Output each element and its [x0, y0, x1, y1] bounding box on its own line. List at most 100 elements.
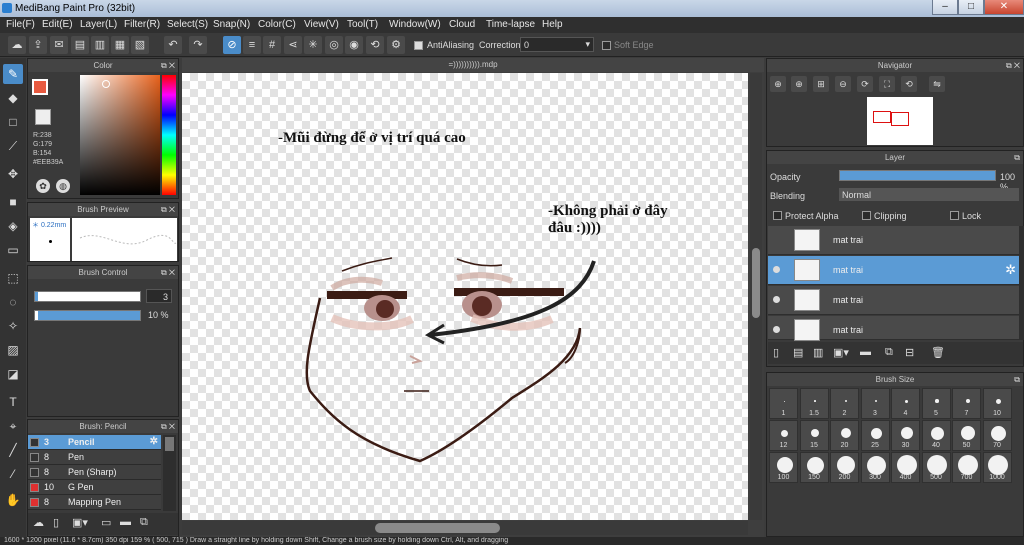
- duplicate-icon[interactable]: ⧉: [140, 516, 148, 529]
- panel-controls-icon[interactable]: ⧉ ✕: [161, 59, 175, 72]
- menu-timelapse[interactable]: Time-lapse: [486, 19, 535, 30]
- snap-ellipse-icon[interactable]: ◉: [345, 36, 363, 54]
- rotate-icon[interactable]: ⟳: [857, 76, 873, 92]
- new-brush-icon[interactable]: ▯: [53, 516, 59, 529]
- correction-select[interactable]: 0 ▾: [520, 37, 594, 52]
- brush-size-option[interactable]: 1000: [982, 452, 1012, 483]
- menu-window[interactable]: Window(W): [389, 19, 441, 30]
- dot-tool-icon[interactable]: □: [3, 112, 23, 132]
- brush-size-option[interactable]: 5: [921, 388, 951, 419]
- new-8bit-layer-icon[interactable]: ▥: [813, 346, 823, 359]
- layer-scrollbar[interactable]: [1019, 226, 1024, 340]
- duplicate-layer-icon[interactable]: ⧉: [885, 346, 893, 359]
- move-tool-icon[interactable]: ✥: [3, 164, 23, 184]
- brush-size-option[interactable]: 30: [891, 420, 920, 451]
- brush-item-pencil[interactable]: 3 Pencil ✲: [28, 435, 161, 450]
- undo-icon[interactable]: ↶: [164, 36, 182, 54]
- blending-select[interactable]: Normal: [839, 188, 1019, 201]
- eraser-tool-icon[interactable]: ◆: [3, 88, 23, 108]
- brush-settings-icon[interactable]: ✲: [150, 436, 158, 447]
- panel-controls-icon[interactable]: ⧉ ✕: [1006, 59, 1020, 72]
- brush-size-option[interactable]: 50: [952, 420, 981, 451]
- snap-circle-icon[interactable]: ◎: [325, 36, 343, 54]
- new-layer-icon[interactable]: ▯: [773, 346, 779, 359]
- select-tool-icon[interactable]: ⬚: [3, 268, 23, 288]
- fill-rect-tool-icon[interactable]: ■: [3, 192, 23, 212]
- canvas-vertical-scrollbar[interactable]: [750, 73, 762, 520]
- page-icon[interactable]: ▥: [91, 36, 109, 54]
- brush-size-value[interactable]: 3: [146, 289, 172, 303]
- antialiasing-checkbox[interactable]: [414, 41, 423, 52]
- brush-size-option[interactable]: 150: [799, 452, 829, 483]
- brush-item-pen[interactable]: 8 Pen: [28, 450, 161, 465]
- layer-folder-icon[interactable]: ▬: [860, 346, 871, 358]
- folder-icon[interactable]: ▬: [120, 516, 131, 528]
- fit-screen-icon[interactable]: ⛶: [879, 76, 895, 92]
- menu-select[interactable]: Select(S): [167, 19, 208, 30]
- brush-size-option[interactable]: 1: [769, 388, 798, 419]
- lock-checkbox[interactable]: [950, 211, 959, 222]
- brush-menu-icon[interactable]: ▭: [101, 516, 111, 529]
- maximize-button[interactable]: □: [958, 0, 984, 15]
- share-icon[interactable]: ▤: [71, 36, 89, 54]
- brush-size-option[interactable]: 700: [952, 452, 981, 483]
- menu-view[interactable]: View(V): [304, 19, 339, 30]
- layer-row[interactable]: mat trai: [768, 226, 1019, 255]
- picker-cursor[interactable]: [102, 80, 110, 88]
- minimize-button[interactable]: –: [932, 0, 958, 15]
- softedge-checkbox[interactable]: [602, 41, 611, 52]
- brush-opacity-slider[interactable]: [34, 310, 141, 321]
- menu-tool[interactable]: Tool(T): [347, 19, 378, 30]
- visibility-icon[interactable]: [773, 266, 780, 273]
- lasso-tool-icon[interactable]: ◌: [3, 292, 23, 312]
- brush-size-option[interactable]: 20: [830, 420, 859, 451]
- visibility-icon[interactable]: [773, 326, 780, 333]
- new-halftone-layer-icon[interactable]: ▤: [793, 346, 803, 359]
- gradient-tool-icon[interactable]: ⟋: [3, 136, 23, 156]
- panel-controls-icon[interactable]: ⧉ ✕: [161, 266, 175, 279]
- layer-row[interactable]: mat trai: [768, 286, 1019, 315]
- layer-row[interactable]: mat trai: [768, 316, 1019, 341]
- close-button[interactable]: ✕: [984, 0, 1024, 15]
- brush-size-slider[interactable]: [34, 291, 141, 302]
- menu-file[interactable]: File(F): [6, 19, 35, 30]
- brush-size-option[interactable]: 70: [982, 420, 1012, 451]
- document-icon[interactable]: ▧: [131, 36, 149, 54]
- select-pen-tool-icon[interactable]: ▨: [3, 340, 23, 360]
- redo-icon[interactable]: ↷: [189, 36, 207, 54]
- cloud-brush-icon[interactable]: ☁: [33, 516, 44, 529]
- brush-item-g-pen[interactable]: 10 G Pen: [28, 480, 161, 495]
- reset-view-icon[interactable]: ⟲: [901, 76, 917, 92]
- snap-curve-icon[interactable]: ⟲: [366, 36, 384, 54]
- snap-settings-icon[interactable]: ⚙: [387, 36, 405, 54]
- gradient-fill-tool-icon[interactable]: ▭: [3, 240, 23, 260]
- select-eraser-tool-icon[interactable]: ◪: [3, 364, 23, 384]
- menu-cloud[interactable]: Cloud: [449, 19, 475, 30]
- brush-size-option[interactable]: 3: [860, 388, 890, 419]
- brush-size-option[interactable]: 200: [830, 452, 859, 483]
- brush-size-option[interactable]: 400: [891, 452, 920, 483]
- operation-tool-icon[interactable]: ⌖: [3, 416, 23, 436]
- text-tool-icon[interactable]: T: [3, 392, 23, 412]
- upload-icon[interactable]: ⇪: [29, 36, 47, 54]
- foreground-color-swatch[interactable]: [32, 79, 48, 95]
- layer-row-selected[interactable]: mat trai ✲: [768, 256, 1019, 285]
- color-history-icon[interactable]: ◍: [56, 179, 70, 193]
- eyedropper-tool-icon[interactable]: ⁄: [3, 464, 23, 484]
- brush-size-option[interactable]: 12: [769, 420, 798, 451]
- layer-opacity-slider[interactable]: [839, 170, 996, 181]
- brush-size-option[interactable]: 500: [921, 452, 951, 483]
- snap-vanish-icon[interactable]: ⋖: [284, 36, 302, 54]
- brush-size-option[interactable]: 100: [769, 452, 798, 483]
- grid-icon[interactable]: ▦: [111, 36, 129, 54]
- divide-tool-icon[interactable]: ╱: [3, 440, 23, 460]
- brush-size-option[interactable]: 1.5: [799, 388, 829, 419]
- palette-icon[interactable]: ✿: [36, 179, 50, 193]
- brush-size-option[interactable]: 10: [982, 388, 1012, 419]
- hue-slider[interactable]: [162, 75, 176, 195]
- navigator-thumbnail[interactable]: [867, 97, 933, 145]
- panel-controls-icon[interactable]: ⧉ ✕: [161, 203, 175, 216]
- brush-size-option[interactable]: 7: [952, 388, 981, 419]
- brush-size-option[interactable]: 40: [921, 420, 951, 451]
- zoom-fit-icon[interactable]: ⊕: [770, 76, 786, 92]
